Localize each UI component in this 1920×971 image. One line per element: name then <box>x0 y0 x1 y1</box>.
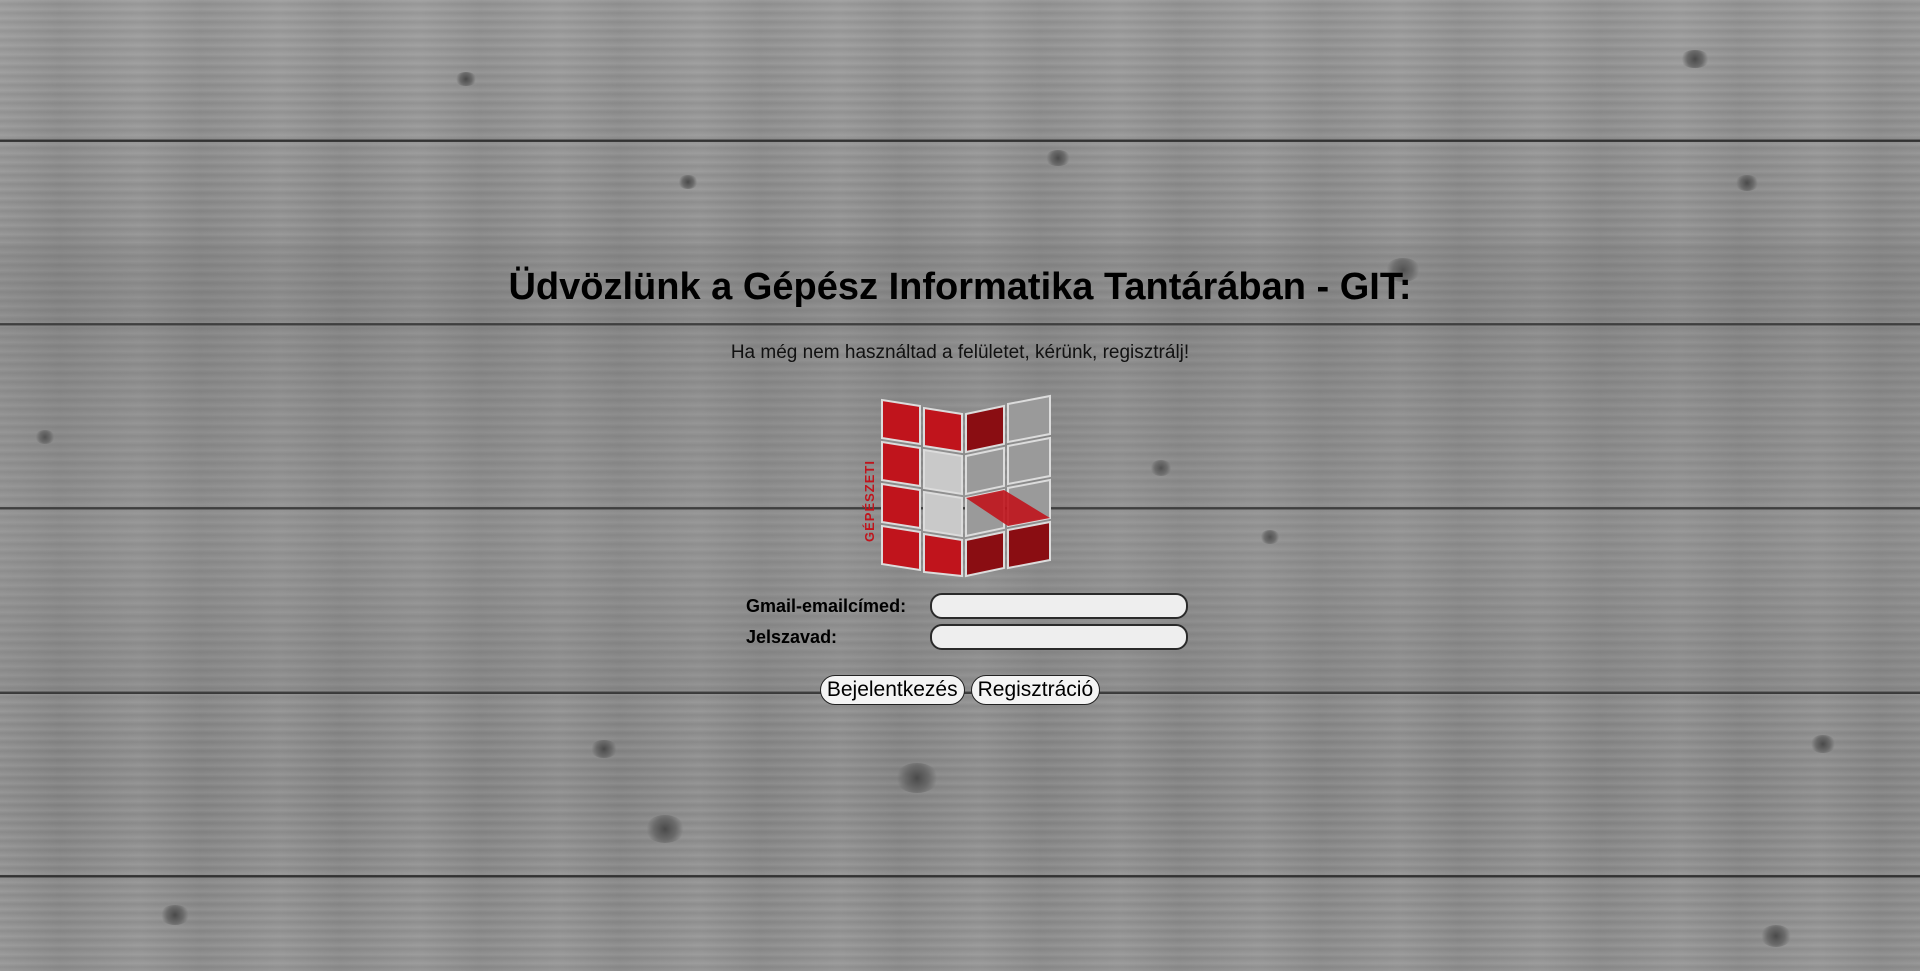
wood-knot <box>1680 50 1710 68</box>
wood-knot <box>590 740 618 758</box>
wood-knot <box>1735 175 1759 191</box>
plank-divider <box>0 140 1920 142</box>
registration-hint: Ha még nem használtad a felületet, kérün… <box>730 342 1190 363</box>
password-label: Jelszavad: <box>746 626 838 647</box>
register-button[interactable]: Regisztráció <box>970 675 1101 705</box>
wood-knot <box>1045 150 1071 166</box>
wood-knot <box>455 72 477 86</box>
wood-knot <box>1760 925 1792 947</box>
wood-knot <box>160 905 190 925</box>
login-button[interactable]: Bejelentkezés <box>819 675 965 705</box>
wood-knot <box>1810 735 1836 753</box>
wood-knot <box>645 815 685 843</box>
plank-divider <box>0 875 1920 877</box>
logo-text: GÉPÉSZETI <box>862 460 877 542</box>
email-label: Gmail-emailcímed: <box>746 595 907 616</box>
action-buttons: Bejelentkezés Regisztráció <box>0 675 1920 705</box>
email-field[interactable] <box>930 593 1188 619</box>
wood-knot <box>895 763 939 793</box>
gepeszeti-logo-icon: GÉPÉSZETI <box>862 392 1058 582</box>
password-field[interactable] <box>930 624 1188 650</box>
wood-knot <box>678 175 698 189</box>
email-row: Gmail-emailcímed: <box>746 592 1188 620</box>
page-title: Üdvözlünk a Gépész Informatika Tantárába… <box>508 266 1412 308</box>
password-row: Jelszavad: <box>746 623 1188 651</box>
